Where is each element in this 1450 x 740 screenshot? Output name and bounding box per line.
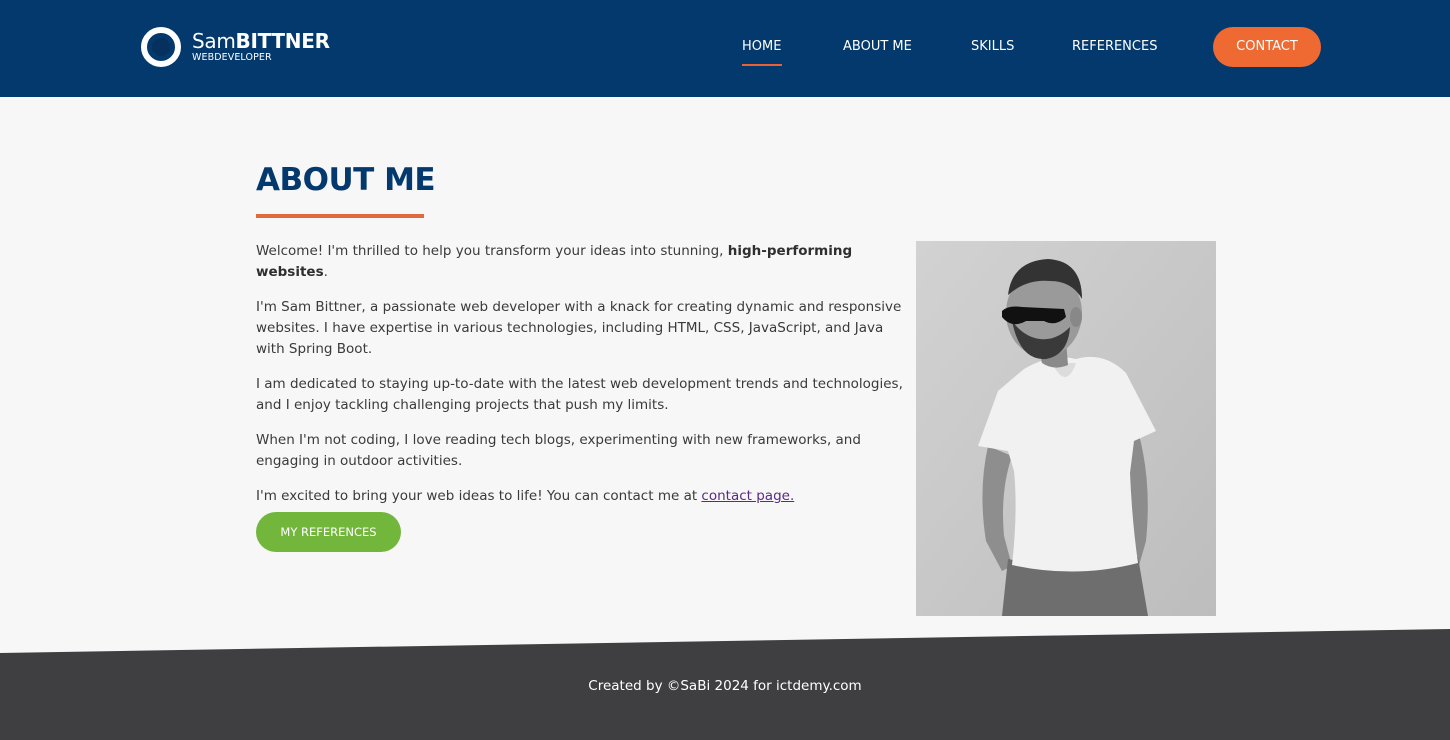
about-paragraph-1: Welcome! I'm thrilled to help you transf… bbox=[256, 241, 911, 283]
logo[interactable]: SamBITTNER WEBDEVELOPER bbox=[141, 26, 330, 68]
nav-item-home[interactable]: HOME bbox=[742, 39, 781, 55]
logo-ring-icon bbox=[141, 27, 181, 67]
footer-copyright: Created by ©SaBi 2024 for ictdemy.com bbox=[588, 678, 862, 694]
page-title: ABOUT ME bbox=[256, 162, 436, 198]
nav-item-skills[interactable]: SKILLS bbox=[971, 39, 1014, 55]
portrait-illustration bbox=[916, 241, 1216, 616]
logo-text: SamBITTNER WEBDEVELOPER bbox=[192, 30, 330, 64]
logo-name: SamBITTNER bbox=[192, 30, 330, 52]
site-header: SamBITTNER WEBDEVELOPER HOME ABOUT ME SK… bbox=[0, 0, 1450, 97]
p5-text: I'm excited to bring your web ideas to l… bbox=[256, 488, 702, 504]
p1-period: . bbox=[323, 264, 328, 280]
profile-photo bbox=[916, 241, 1216, 616]
about-paragraph-3: I am dedicated to staying up-to-date wit… bbox=[256, 376, 903, 413]
p1-text: Welcome! I'm thrilled to help you transf… bbox=[256, 243, 728, 259]
about-paragraph-4: When I'm not coding, I love reading tech… bbox=[256, 432, 861, 469]
about-paragraph-5: I'm excited to bring your web ideas to l… bbox=[256, 486, 911, 507]
nav-item-references[interactable]: REFERENCES bbox=[1072, 39, 1157, 55]
about-paragraph-2: I'm Sam Bittner, a passionate web develo… bbox=[256, 299, 902, 357]
title-underline bbox=[256, 214, 424, 218]
about-content: Welcome! I'm thrilled to help you transf… bbox=[256, 241, 911, 552]
nav-active-indicator bbox=[742, 64, 782, 66]
logo-subtitle: WEBDEVELOPER bbox=[192, 52, 272, 63]
contact-button[interactable]: CONTACT bbox=[1213, 27, 1321, 67]
nav-item-about[interactable]: ABOUT ME bbox=[843, 39, 912, 55]
logo-first-name: Sam bbox=[192, 29, 236, 53]
my-references-button[interactable]: MY REFERENCES bbox=[256, 512, 401, 552]
logo-last-name: BITTNER bbox=[235, 29, 330, 53]
contact-page-link[interactable]: contact page. bbox=[701, 488, 794, 504]
